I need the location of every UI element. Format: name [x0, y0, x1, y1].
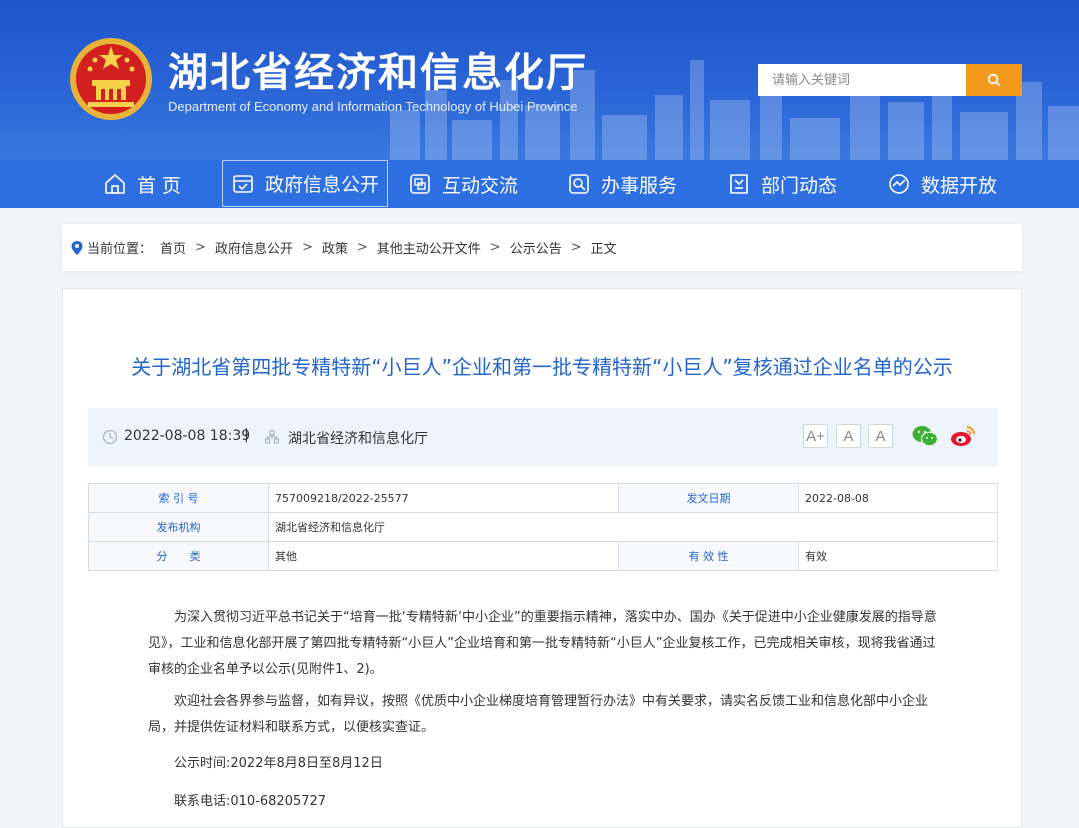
index-number-value: 757009218/2022-25577 — [268, 483, 619, 513]
home-icon — [105, 173, 125, 194]
chat-icon — [410, 174, 430, 194]
breadcrumb-separator: > — [570, 240, 582, 255]
publish-source: 湖北省经济和信息化厅 — [288, 431, 428, 447]
site-title: 湖北省经济和信息化厅 — [168, 50, 588, 96]
nav-item-dept-news[interactable]: 部门动态 — [727, 160, 837, 208]
nav-item-services[interactable]: 办事服务 — [567, 160, 677, 208]
document-check-icon — [233, 174, 253, 193]
notice-period: 公示时间:2022年8月8日至8月12日 — [174, 756, 383, 771]
wechat-share-icon[interactable] — [911, 423, 939, 449]
publisher-value: 湖北省经济和信息化厅 — [268, 512, 998, 542]
data-icon — [889, 174, 909, 194]
breadcrumb-separator: > — [195, 240, 206, 255]
breadcrumb-other-files[interactable]: 其他主动公开文件 — [377, 238, 481, 257]
article-meta-bar: 2022-08-08 18:39 | 湖北省经济和信息化厅 A+ A A — [88, 408, 998, 466]
index-number-label: 索 引 号 — [88, 483, 269, 513]
search-button[interactable] — [966, 64, 1022, 96]
breadcrumb-gov-info[interactable]: 政府信息公开 — [215, 238, 293, 257]
breadcrumb-separator: > — [489, 240, 501, 255]
table-row: 索 引 号 757009218/2022-25577 发文日期 2022-08-… — [88, 483, 998, 513]
site-subtitle: Department of Economy and Information Te… — [168, 99, 578, 114]
breadcrumb-separator: > — [356, 240, 368, 255]
clock-icon — [102, 429, 118, 445]
body-paragraph: 为深入贯彻习近平总书记关于“培育一批‘专精特新’中小企业”的重要指示精神，落实中… — [148, 610, 937, 677]
validity-label: 有 效 性 — [618, 541, 799, 571]
article-title: 关于湖北省第四批专精特新“小巨人”企业和第一批专精特新“小巨人”复核通过企业名单… — [131, 355, 953, 379]
nav-item-open-data[interactable]: 数据开放 — [887, 160, 997, 208]
service-search-icon — [569, 174, 589, 194]
font-size-large-button[interactable]: A+ — [803, 424, 828, 448]
table-row: 分 类 其他 有 效 性 有效 — [88, 541, 998, 571]
category-label: 分 类 — [88, 541, 269, 571]
meta-divider: | — [244, 427, 249, 443]
issue-date-value: 2022-08-08 — [798, 483, 998, 513]
organization-icon — [264, 430, 280, 444]
breadcrumb-prefix: 当前位置： — [87, 242, 153, 257]
weibo-share-icon[interactable] — [949, 423, 977, 449]
breadcrumb-policy[interactable]: 政策 — [322, 238, 348, 257]
publisher-label: 发布机构 — [88, 512, 269, 542]
contact-phone: 联系电话:010-68205727 — [174, 794, 327, 809]
search-input[interactable] — [758, 64, 966, 96]
publish-date: 2022-08-08 18:39 — [124, 428, 251, 444]
nav-item-gov-info[interactable]: 政府信息公开 — [222, 160, 389, 207]
font-size-small-button[interactable]: A — [868, 424, 893, 448]
article-container: 关于湖北省第四批专精特新“小巨人”企业和第一批专精特新“小巨人”复核通过企业名单… — [62, 288, 1022, 828]
nav-item-home[interactable]: 首 页 — [103, 160, 181, 208]
issue-date-label: 发文日期 — [618, 483, 799, 513]
search-icon — [987, 73, 1001, 87]
body-paragraph: 欢迎社会各界参与监督，如有异议，按照《优质中小企业梯度培育管理暂行办法》中有关要… — [148, 694, 929, 735]
breadcrumb-home[interactable]: 首页 — [160, 238, 186, 257]
breadcrumb-notices[interactable]: 公示公告 — [510, 238, 562, 257]
category-value: 其他 — [268, 541, 619, 571]
breadcrumb-separator: > — [301, 240, 313, 255]
site-header: 湖北省经济和信息化厅 Department of Economy and Inf… — [0, 0, 1079, 160]
news-icon — [730, 174, 748, 194]
main-nav: 首 页 政府信息公开 互动交流 办事服务 部门动态 数据开放 — [0, 160, 1079, 208]
validity-value: 有效 — [798, 541, 998, 571]
document-info-table: 索 引 号 757009218/2022-25577 发文日期 2022-08-… — [88, 483, 998, 571]
table-row: 发布机构 湖北省经济和信息化厅 — [88, 512, 998, 542]
breadcrumb-current: 正文 — [590, 242, 617, 257]
national-emblem-logo — [70, 38, 152, 120]
breadcrumb: 当前位置： 首页 > 政府信息公开 > 政策 > 其他主动公开文件 > 公示公告… — [62, 224, 1022, 271]
location-pin-icon — [71, 240, 83, 255]
nav-item-interaction[interactable]: 互动交流 — [408, 160, 518, 208]
font-size-medium-button[interactable]: A — [836, 424, 861, 448]
